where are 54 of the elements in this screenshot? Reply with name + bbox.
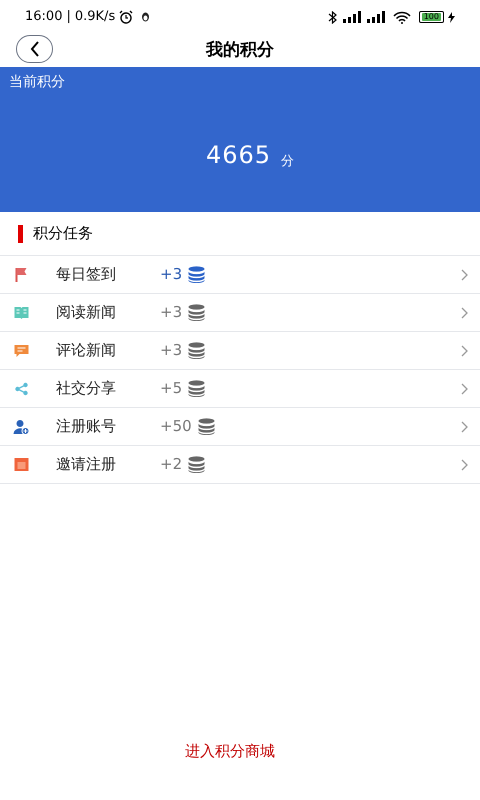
task-row[interactable]: 每日签到 +3: [0, 256, 480, 294]
points-value: 4665: [206, 140, 272, 171]
charging-icon: [448, 12, 455, 22]
task-name: 阅读新闻: [56, 302, 117, 324]
task-reward: +3: [160, 264, 182, 286]
coins-icon: [188, 266, 206, 283]
task-name: 社交分享: [56, 378, 117, 400]
signal-icon: [364, 11, 385, 23]
task-name: 评论新闻: [56, 340, 117, 362]
section-title: 积分任务: [33, 223, 93, 244]
task-row[interactable]: 评论新闻 +3: [0, 332, 480, 370]
coins-icon: [188, 380, 206, 397]
points-label: 当前积分: [9, 73, 65, 92]
chevron-icon: [461, 306, 468, 318]
user-add-icon: [13, 418, 30, 434]
task-row[interactable]: 阅读新闻 +3: [0, 294, 480, 332]
share-icon: [13, 380, 30, 396]
book-icon: [13, 304, 30, 320]
task-reward: +50: [160, 416, 192, 438]
comment-icon: [13, 342, 30, 358]
alarm-icon: [119, 10, 134, 24]
chevron-icon: [461, 420, 468, 432]
coins-icon: [188, 456, 206, 473]
signal-icon: [340, 11, 361, 23]
task-reward: +3: [160, 302, 182, 324]
bluetooth-icon: [328, 10, 337, 24]
task-row[interactable]: 注册账号 +50: [0, 408, 480, 446]
points-unit: 分: [281, 152, 294, 170]
status-time: 16:00: [25, 8, 62, 26]
task-row[interactable]: 社交分享 +5: [0, 370, 480, 408]
task-reward: +5: [160, 378, 182, 400]
task-row[interactable]: 邀请注册 +2: [0, 446, 480, 484]
coins-icon: [188, 342, 206, 359]
chevron-icon: [461, 458, 468, 470]
back-icon: [30, 41, 40, 57]
task-name: 注册账号: [56, 416, 117, 438]
page-title: 我的积分: [206, 38, 274, 62]
calendar-icon: [13, 456, 30, 472]
coins-icon: [188, 304, 206, 321]
status-divider: |: [66, 8, 71, 26]
coins-icon: [198, 418, 215, 435]
task-name: 邀请注册: [56, 454, 117, 476]
task-reward: +3: [160, 340, 182, 362]
task-reward: +2: [160, 454, 182, 476]
task-name: 每日签到: [56, 264, 117, 286]
section-marker: [18, 224, 23, 242]
chevron-icon: [461, 344, 468, 356]
network-speed: 0.9K/s: [74, 8, 116, 26]
chevron-icon: [461, 382, 468, 394]
points-mall-link[interactable]: 进入积分商城: [185, 740, 275, 762]
battery-icon: 100: [418, 11, 444, 23]
back-button[interactable]: [16, 35, 53, 63]
chevron-icon: [461, 268, 468, 280]
wifi-icon: [392, 10, 411, 24]
